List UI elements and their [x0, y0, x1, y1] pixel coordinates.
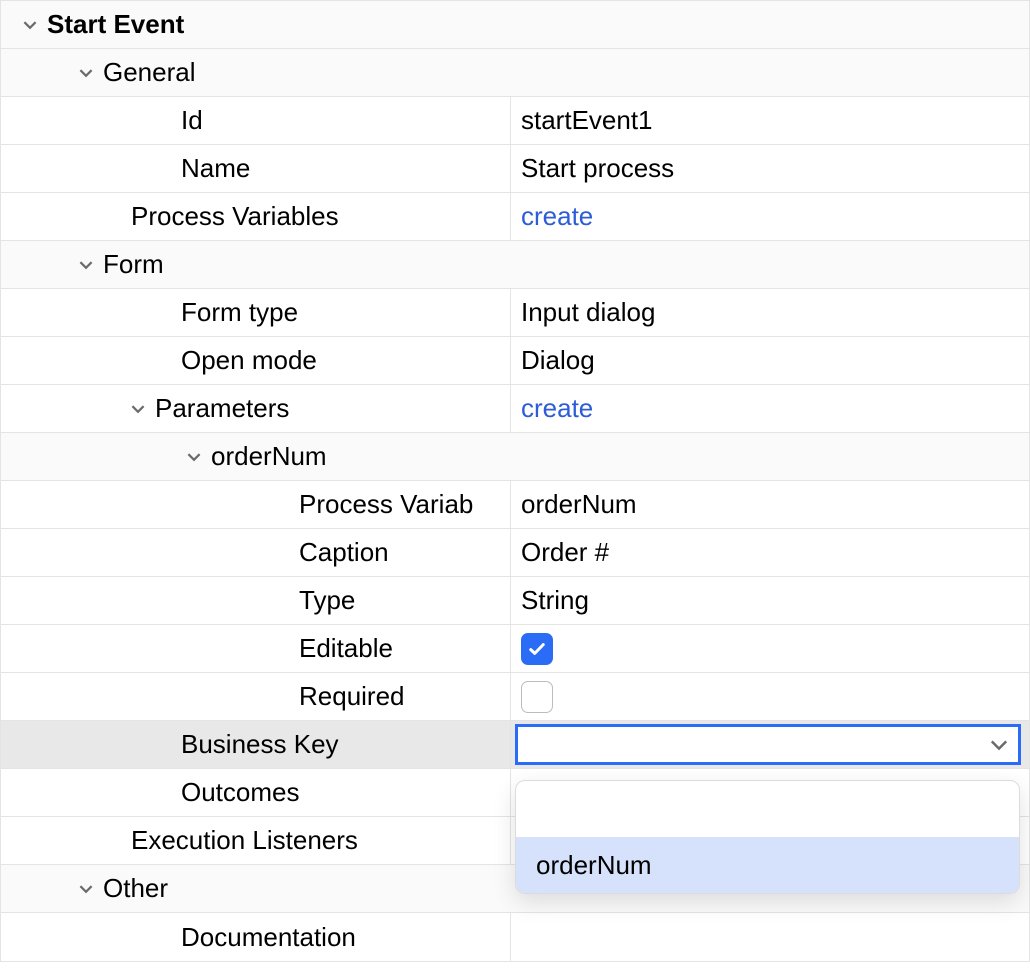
- create-link[interactable]: create: [521, 201, 593, 232]
- chevron-down-icon: [77, 880, 95, 898]
- property-label: Process Variables: [131, 201, 339, 232]
- param-header-ordernum[interactable]: orderNum: [1, 433, 1029, 481]
- chevron-down-icon: [21, 16, 39, 34]
- property-row-documentation[interactable]: Documentation: [1, 913, 1029, 961]
- property-label: Form type: [181, 297, 298, 328]
- property-label: Open mode: [181, 345, 317, 376]
- group-header-form[interactable]: Form: [1, 241, 1029, 289]
- group-title: Form: [103, 249, 164, 280]
- property-value-caption[interactable]: Order #: [511, 529, 1029, 576]
- chevron-down-icon: [990, 736, 1008, 754]
- property-value-open-mode[interactable]: Dialog: [511, 337, 1029, 384]
- group-title: General: [103, 57, 196, 88]
- property-label: Execution Listeners: [131, 825, 358, 856]
- group-header-general[interactable]: General: [1, 49, 1029, 97]
- chevron-down-icon: [77, 256, 95, 274]
- property-value-type[interactable]: String: [511, 577, 1029, 624]
- property-row-business-key[interactable]: Business Key: [1, 721, 1029, 769]
- param-name: orderNum: [211, 441, 327, 472]
- chevron-down-icon: [185, 448, 203, 466]
- property-label: Id: [181, 105, 203, 136]
- chevron-down-icon: [77, 64, 95, 82]
- business-key-combobox[interactable]: [515, 724, 1021, 765]
- property-row-editable[interactable]: Editable: [1, 625, 1029, 673]
- dropdown-option-ordernum[interactable]: orderNum: [516, 837, 1019, 893]
- property-row-process-variables[interactable]: Process Variables create: [1, 193, 1029, 241]
- property-value-documentation[interactable]: [511, 913, 1029, 961]
- property-label: Type: [299, 585, 355, 616]
- property-value-id[interactable]: startEvent1: [511, 97, 1029, 144]
- editable-checkbox[interactable]: [521, 633, 553, 665]
- business-key-dropdown: orderNum: [515, 780, 1020, 894]
- property-value-process-variable[interactable]: orderNum: [511, 481, 1029, 528]
- group-title: Other: [103, 873, 168, 904]
- property-row-required[interactable]: Required: [1, 673, 1029, 721]
- property-label: Parameters: [155, 393, 289, 424]
- required-checkbox[interactable]: [521, 681, 553, 713]
- section-title: Start Event: [47, 9, 184, 40]
- property-row-id[interactable]: Id startEvent1: [1, 97, 1029, 145]
- property-label: Caption: [299, 537, 389, 568]
- property-label: Process Variab: [299, 489, 473, 520]
- property-row-name[interactable]: Name Start process: [1, 145, 1029, 193]
- section-header-start-event[interactable]: Start Event: [1, 1, 1029, 49]
- property-row-type[interactable]: Type String: [1, 577, 1029, 625]
- create-link[interactable]: create: [521, 393, 593, 424]
- property-row-caption[interactable]: Caption Order #: [1, 529, 1029, 577]
- property-value-form-type[interactable]: Input dialog: [511, 289, 1029, 336]
- property-row-form-type[interactable]: Form type Input dialog: [1, 289, 1029, 337]
- property-value-name[interactable]: Start process: [511, 145, 1029, 192]
- property-label: Name: [181, 153, 250, 184]
- chevron-down-icon: [129, 400, 147, 418]
- property-row-process-variable[interactable]: Process Variab orderNum: [1, 481, 1029, 529]
- property-label: Documentation: [181, 922, 356, 953]
- property-row-open-mode[interactable]: Open mode Dialog: [1, 337, 1029, 385]
- property-row-parameters[interactable]: Parameters create: [1, 385, 1029, 433]
- property-label: Editable: [299, 633, 393, 664]
- dropdown-option-empty[interactable]: [516, 781, 1019, 837]
- property-label: Business Key: [181, 729, 339, 760]
- property-label: Outcomes: [181, 777, 300, 808]
- property-label: Required: [299, 681, 405, 712]
